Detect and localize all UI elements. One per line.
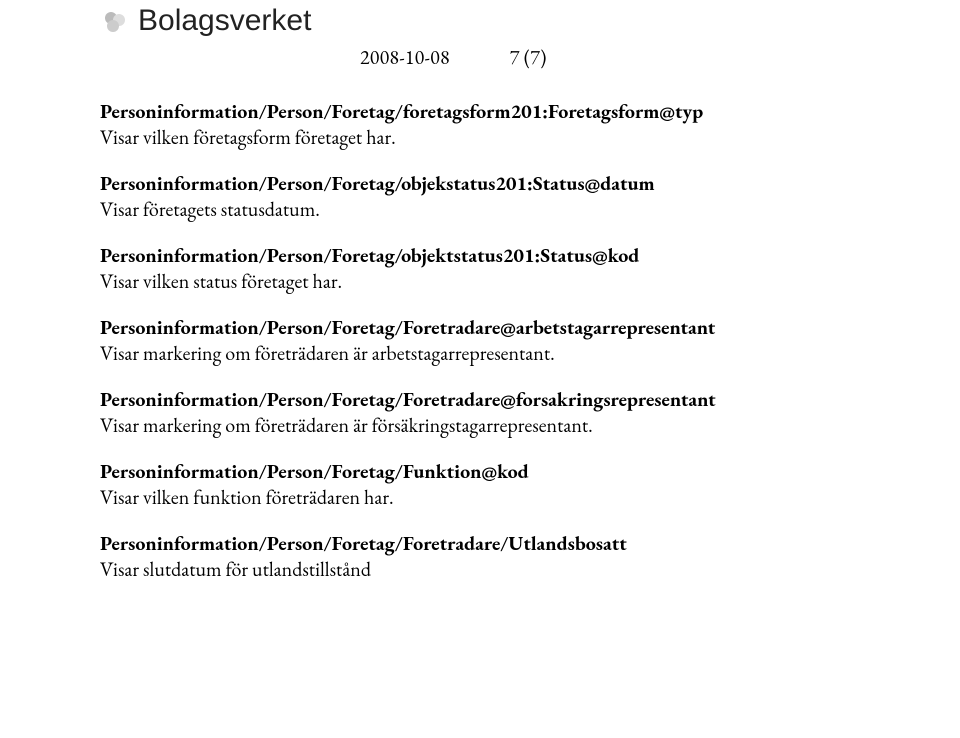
definition-item: Personinformation/Person/Foretag/foretag… xyxy=(100,98,880,150)
brand-wordmark: Bolagsverket xyxy=(138,4,311,38)
definition-path: Personinformation/Person/Foretag/objekts… xyxy=(100,242,880,268)
definition-path: Personinformation/Person/Foretag/Foretra… xyxy=(100,386,880,412)
definition-path: Personinformation/Person/Foretag/Funktio… xyxy=(100,458,880,484)
definition-description: Visar markering om företrädaren är arbet… xyxy=(100,340,880,366)
definition-item: Personinformation/Person/Foretag/Foretra… xyxy=(100,386,880,438)
definition-item: Personinformation/Person/Foretag/Foretra… xyxy=(100,530,880,582)
definition-description: Visar företagets statusdatum. xyxy=(100,196,880,222)
definition-description: Visar slutdatum för utlandstillstånd xyxy=(100,556,880,582)
definition-path: Personinformation/Person/Foretag/Foretra… xyxy=(100,530,880,556)
document-date: 2008-10-08 xyxy=(360,44,450,70)
definition-item: Personinformation/Person/Foretag/objekst… xyxy=(100,170,880,222)
definition-description: Visar vilken funktion företrädaren har. xyxy=(100,484,880,510)
definition-description: Visar vilken företagsform företaget har. xyxy=(100,124,880,150)
definition-path: Personinformation/Person/Foretag/Foretra… xyxy=(100,314,880,340)
definition-description: Visar vilken status företaget har. xyxy=(100,268,880,294)
definition-item: Personinformation/Person/Foretag/Foretra… xyxy=(100,314,880,366)
definition-item: Personinformation/Person/Foretag/objekts… xyxy=(100,242,880,294)
header-row: Bolagsverket xyxy=(100,0,880,38)
definition-path: Personinformation/Person/Foretag/foretag… xyxy=(100,98,880,124)
page-indicator: 7 (7) xyxy=(510,44,547,70)
logo-icon xyxy=(100,7,128,35)
definition-item: Personinformation/Person/Foretag/Funktio… xyxy=(100,458,880,510)
document-page: Bolagsverket 2008-10-08 7 (7) Personinfo… xyxy=(0,0,960,738)
document-meta: 2008-10-08 7 (7) xyxy=(360,44,880,70)
definition-description: Visar markering om företrädaren är försä… xyxy=(100,412,880,438)
content-area: Personinformation/Person/Foretag/foretag… xyxy=(100,98,880,582)
definition-path: Personinformation/Person/Foretag/objekst… xyxy=(100,170,880,196)
